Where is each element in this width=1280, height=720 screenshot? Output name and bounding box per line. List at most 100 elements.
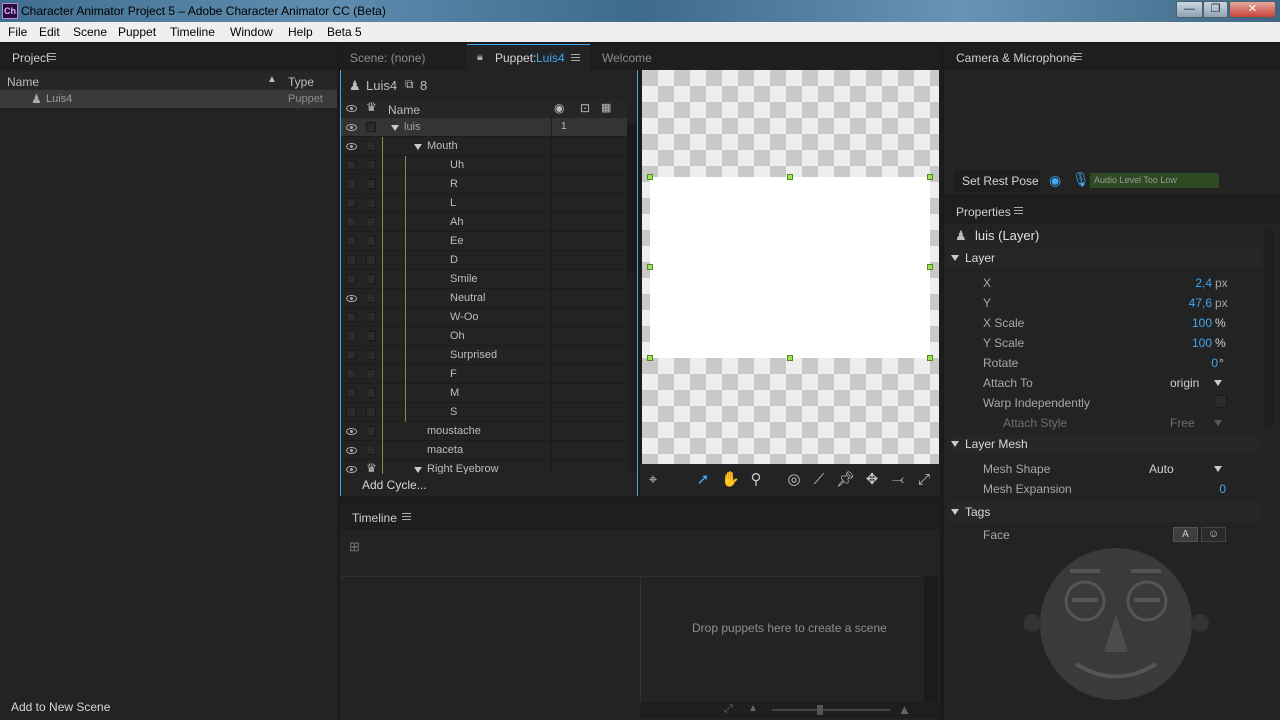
visibility-toggle[interactable] [346,312,356,322]
menu-edit[interactable]: Edit [39,25,60,39]
puppet-layer-row[interactable]: Neutral [341,289,627,308]
project-item-row[interactable]: ♟ Luis4 Puppet [0,90,337,108]
x-value[interactable]: 2,4 [1170,276,1212,290]
maximize-button[interactable]: ❐ [1203,1,1228,18]
properties-scrollbar[interactable] [1264,228,1274,428]
y-value[interactable]: 47,6 [1170,296,1212,310]
rotate-value[interactable]: 0 [1170,356,1218,370]
expand-arrow-icon[interactable] [414,467,422,473]
timeline-menu-icon[interactable] [402,513,411,520]
select-tool-icon[interactable]: ➚ [694,471,712,489]
stick-draw-icon[interactable]: ⤙ [889,471,907,489]
resize-handle[interactable] [927,174,933,180]
pin-tool-icon[interactable]: 📌︎ [836,471,855,489]
add-marker-icon[interactable]: ⊞ [349,539,360,555]
eye-icon[interactable] [346,447,357,454]
properties-menu-icon[interactable] [1014,207,1023,214]
webcam-icon[interactable]: ◉ [1049,172,1061,189]
puppet-layer-row[interactable]: Oh [341,327,627,346]
tab-puppet[interactable]: 🔒︎ Puppet: Luis4 [467,44,590,71]
microphone-icon[interactable]: 🎙︎ [1072,171,1090,188]
visibility-toggle[interactable] [346,255,356,265]
visibility-toggle[interactable] [346,217,356,227]
puppet-layer-row[interactable]: F [341,365,627,384]
puppet-layer-row[interactable]: L [341,194,627,213]
close-button[interactable]: ✕ [1229,1,1276,18]
fit-icon[interactable]: ⤢ [724,703,733,716]
text-tags-button[interactable]: A [1173,527,1198,542]
puppet-stage[interactable] [642,70,939,464]
add-cycle-button[interactable]: Add Cycle... [362,478,427,492]
menu-window[interactable]: Window [230,25,273,39]
crown-icon[interactable]: ♛ [366,461,377,475]
menu-scene[interactable]: Scene [73,25,107,39]
independence-toggle[interactable] [366,179,376,189]
visibility-toggle[interactable] [346,369,356,379]
menu-file[interactable]: File [8,25,27,39]
zoom-out-icon[interactable]: ▲ [748,703,758,714]
resize-handle[interactable] [647,264,653,270]
origin-icon[interactable]: ⌖ [644,471,662,489]
menu-beta[interactable]: Beta 5 [327,25,362,39]
expand-arrow-icon[interactable] [414,144,422,150]
independence-toggle[interactable] [366,274,376,284]
layer-mesh-section-header[interactable]: Layer Mesh [946,434,1262,454]
eye-icon[interactable] [346,428,357,435]
eye-icon[interactable] [346,143,357,150]
y-scale-value[interactable]: 100 [1170,336,1212,350]
dragger-tool-icon[interactable]: ✥ [863,471,881,489]
visibility-toggle[interactable] [346,407,356,417]
visibility-toggle[interactable] [346,388,356,398]
puppet-layer-row[interactable]: M [341,384,627,403]
zoom-in-icon[interactable]: ▲ [898,702,911,717]
independence-toggle[interactable] [366,236,376,246]
column-name[interactable]: Name [7,75,39,89]
menu-puppet[interactable]: Puppet [118,25,156,39]
mesh-expansion-value[interactable]: 0 [1170,482,1226,496]
puppet-layer-row[interactable]: D [341,251,627,270]
resize-handle[interactable] [647,174,653,180]
visibility-toggle[interactable] [346,331,356,341]
resize-handle[interactable] [927,264,933,270]
independence-toggle[interactable] [366,160,376,170]
independence-toggle[interactable] [366,198,376,208]
visibility-toggle[interactable] [346,198,356,208]
visibility-toggle[interactable] [346,179,356,189]
face-tag-graphic[interactable] [1024,544,1210,710]
tab-scene[interactable]: Scene: (none) [340,44,467,70]
set-rest-pose-button[interactable]: Set Rest Pose [954,170,1040,192]
independence-toggle[interactable] [366,293,376,303]
visibility-toggle[interactable] [346,350,356,360]
independence-toggle[interactable] [366,122,376,132]
measure-tool-icon[interactable]: ⤢ [915,471,933,489]
puppet-list-scrollbar[interactable] [627,124,637,472]
independence-toggle[interactable] [366,445,376,455]
puppet-layer-row[interactable]: Uh [341,156,627,175]
sort-up-icon[interactable]: ▲ [267,74,277,85]
timeline-drop-area[interactable]: Drop puppets here to create a scene [640,576,922,704]
puppet-layer-row[interactable]: Surprised [341,346,627,365]
timeline-scrollbar[interactable] [924,576,938,704]
independence-toggle[interactable] [366,331,376,341]
eye-icon[interactable] [346,124,357,131]
independence-toggle[interactable] [366,141,376,151]
eye-icon[interactable] [346,295,357,302]
visibility-toggle[interactable] [346,160,356,170]
resize-handle[interactable] [787,355,793,361]
menu-help[interactable]: Help [288,25,313,39]
puppet-layer-row[interactable]: W-Oo [341,308,627,327]
handle-tool-icon[interactable]: ◎ [785,471,803,489]
puppet-layer-row[interactable]: luis 1 [341,118,627,137]
project-menu-icon[interactable] [47,53,56,60]
hand-tool-icon[interactable]: ✋ [721,471,740,489]
independence-toggle[interactable] [366,407,376,417]
zoom-tool-icon[interactable]: ⚲ [747,471,765,489]
x-scale-value[interactable]: 100 [1170,316,1212,330]
visibility-toggle[interactable] [346,236,356,246]
independence-toggle[interactable] [366,426,376,436]
puppet-layer-row[interactable]: maceta [341,441,627,460]
resize-handle[interactable] [787,174,793,180]
menu-timeline[interactable]: Timeline [170,25,215,39]
attach-style-dropdown[interactable]: Free [1164,413,1228,431]
scrollbar-thumb[interactable] [627,274,637,472]
